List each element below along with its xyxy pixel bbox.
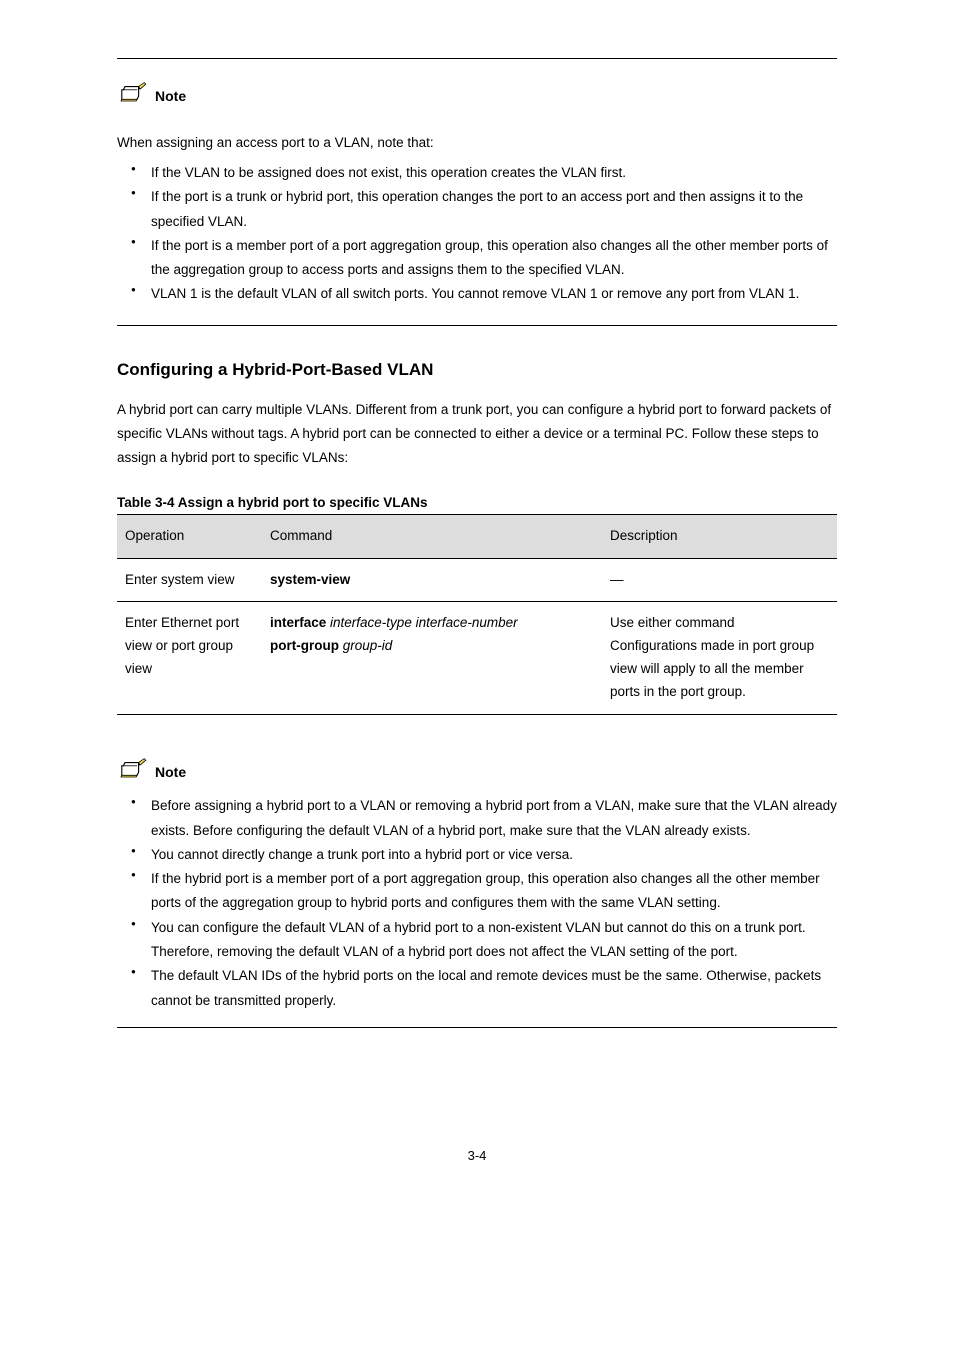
cmd-kw: interface — [270, 615, 330, 630]
cell-command: interface interface-type interface-numbe… — [262, 602, 602, 715]
page: Note When assigning an access port to a … — [0, 0, 954, 1350]
note1-item: If the VLAN to be assigned does not exis… — [151, 161, 837, 185]
cell-operation: Enter system view — [117, 558, 262, 602]
table-header-operation: Operation — [117, 514, 262, 558]
cell-operation: Enter Ethernet port view or port group v… — [117, 602, 262, 715]
note1-item: If the port is a trunk or hybrid port, t… — [151, 185, 837, 234]
note2-list: Before assigning a hybrid port to a VLAN… — [117, 794, 837, 1013]
note2-end-rule — [117, 1027, 837, 1028]
note2-item: Before assigning a hybrid port to a VLAN… — [151, 794, 837, 843]
table-row: Enter Ethernet port view or port group v… — [117, 602, 837, 715]
note-block-1: Note When assigning an access port to a … — [117, 81, 837, 326]
note-label: Note — [155, 88, 186, 104]
table-header-row: Operation Command Description — [117, 514, 837, 558]
note-icon — [117, 81, 149, 110]
table-row: Enter system view system-view — — [117, 558, 837, 602]
table-caption-label: Table 3-4 Assign a hybrid port to specif… — [117, 495, 428, 510]
cmd-text: system-view — [270, 572, 350, 587]
note-label: Note — [155, 764, 186, 780]
cell-desc-line: Use either command — [610, 612, 829, 635]
table-header-description: Description — [602, 514, 837, 558]
note-block-2: Note Before assigning a hybrid port to a… — [117, 757, 837, 1028]
section-body: A hybrid port can carry multiple VLANs. … — [117, 398, 837, 471]
note1-intro: When assigning an access port to a VLAN,… — [117, 132, 837, 155]
note1-item: If the port is a member port of a port a… — [151, 234, 837, 283]
top-rule — [117, 58, 837, 59]
table-caption: Table 3-4 Assign a hybrid port to specif… — [117, 495, 837, 510]
note-heading: Note — [117, 81, 837, 110]
note-heading: Note — [117, 757, 837, 786]
cmd-arg: interface-type interface-number — [330, 615, 518, 630]
note2-item: You can configure the default VLAN of a … — [151, 916, 837, 965]
section-title: Configuring a Hybrid-Port-Based VLAN — [117, 360, 837, 380]
cell-description: Use either command Configurations made i… — [602, 602, 837, 715]
note1-list: If the VLAN to be assigned does not exis… — [117, 161, 837, 307]
note2-item: The default VLAN IDs of the hybrid ports… — [151, 964, 837, 1013]
note1-end-rule — [117, 325, 837, 326]
cell-description: — — [602, 558, 837, 602]
cell-command: system-view — [262, 558, 602, 602]
note2-item: If the hybrid port is a member port of a… — [151, 867, 837, 916]
page-number: 3-4 — [117, 1148, 837, 1163]
cmd-kw: port-group — [270, 638, 343, 653]
note1-item: VLAN 1 is the default VLAN of all switch… — [151, 282, 837, 306]
note-icon — [117, 757, 149, 786]
table-header-command: Command — [262, 514, 602, 558]
cmd-arg: group-id — [343, 638, 393, 653]
note2-item: You cannot directly change a trunk port … — [151, 843, 837, 867]
config-table: Operation Command Description Enter syst… — [117, 514, 837, 716]
cell-desc-line: Configurations made in port group view w… — [610, 635, 829, 704]
